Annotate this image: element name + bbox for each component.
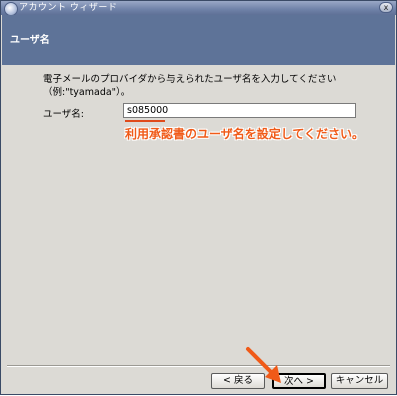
annotation-arrow-icon (246, 347, 281, 383)
account-wizard-window: アカウント ウィザード x ユーザ名 電子メールのプロバイダから与えられたユーザ… (0, 0, 397, 395)
